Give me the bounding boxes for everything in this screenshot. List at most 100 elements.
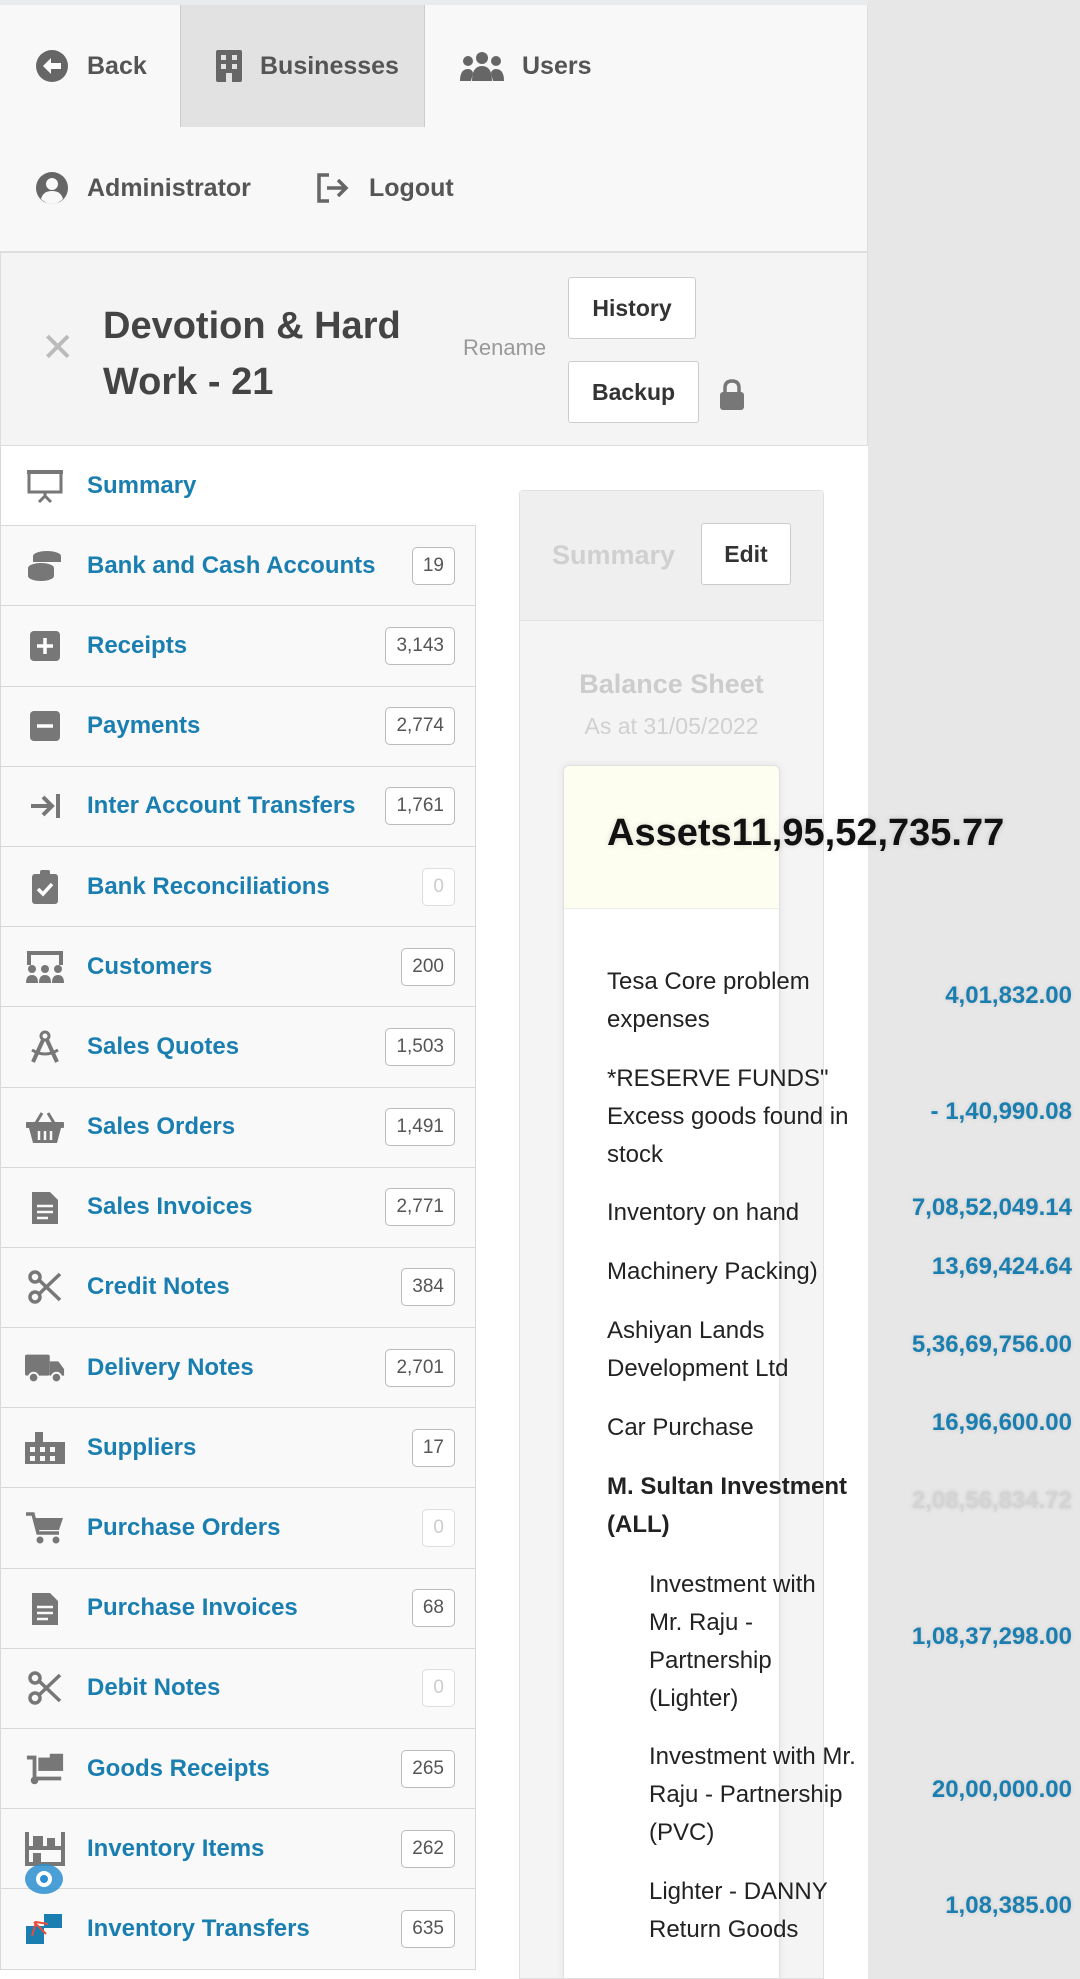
- sidebar-item-inter-account-transfers[interactable]: Inter Account Transfers 1,761: [0, 766, 476, 847]
- sidebar-item-debit-notes[interactable]: Debit Notes 0: [0, 1648, 476, 1729]
- row-label: M. Sultan Investment (ALL): [607, 1473, 848, 1538]
- sidebar-item-label: Sales Orders: [87, 1113, 236, 1141]
- sidebar-item-label: Purchase Invoices: [87, 1594, 298, 1622]
- users-button[interactable]: Users: [425, 5, 625, 127]
- sidebar: Summary Bank and Cash Accounts 19 Receip…: [0, 446, 476, 1970]
- back-button[interactable]: Back: [0, 5, 180, 127]
- customers-icon: [25, 947, 65, 987]
- row-label: Car Purchase: [607, 1414, 754, 1441]
- invoice-icon: [25, 1588, 65, 1628]
- rename-link[interactable]: Rename: [463, 335, 546, 361]
- basket-icon: [25, 1107, 65, 1147]
- count-badge: 19: [411, 546, 455, 585]
- coins-icon: [25, 546, 65, 586]
- sidebar-item-purchase-orders[interactable]: Purchase Orders 0: [0, 1488, 476, 1569]
- business-title: Devotion & Hard Work - 21: [103, 305, 401, 403]
- row-label: Investment with Mr. Raju - Partnership (…: [649, 1571, 816, 1712]
- users-icon: [460, 52, 504, 81]
- sidebar-item-label: Sales Invoices: [87, 1193, 253, 1221]
- close-icon[interactable]: ✕: [41, 325, 75, 371]
- row-label: Machinery Packing): [607, 1258, 818, 1285]
- row-value[interactable]: 20,00,000.00: [932, 1776, 1072, 1804]
- sidebar-item-goods-receipts[interactable]: Goods Receipts 265: [0, 1729, 476, 1810]
- sidebar-item-label: Receipts: [87, 631, 188, 659]
- row-value[interactable]: 1,08,385.00: [945, 1892, 1072, 1920]
- sidebar-item-summary[interactable]: Summary: [0, 446, 476, 527]
- arrow-circle-left-icon: [36, 50, 68, 82]
- inventory-transfer-icon: [25, 1909, 65, 1949]
- count-badge: 0: [422, 1669, 455, 1708]
- row-value[interactable]: 16,96,600.00: [932, 1409, 1072, 1437]
- sidebar-item-label: Purchase Orders: [87, 1514, 281, 1542]
- industry-icon: [25, 1428, 65, 1468]
- sidebar-item-bank-reconciliations[interactable]: Bank Reconciliations 0: [0, 846, 476, 928]
- sidebar-item-label: Inter Account Transfers: [87, 792, 356, 820]
- compass-icon: [25, 1027, 65, 1067]
- row-value[interactable]: 1,08,37,298.00: [912, 1623, 1072, 1651]
- count-badge: 0: [422, 1509, 455, 1548]
- row-value[interactable]: 5,36,69,756.00: [912, 1331, 1072, 1359]
- dolly-icon: [25, 1749, 65, 1789]
- sidebar-item-purchase-invoices[interactable]: Purchase Invoices 68: [0, 1568, 476, 1649]
- row-label: Investment with Mr. Raju - Partnership (…: [649, 1743, 856, 1846]
- count-badge: 1,761: [385, 787, 455, 826]
- edit-button[interactable]: Edit: [701, 523, 791, 585]
- row-label: *RESERVE FUNDS" Excess goods found in st…: [607, 1065, 849, 1168]
- backup-button[interactable]: Backup: [568, 361, 699, 423]
- users-label: Users: [522, 51, 592, 80]
- assets-total: 11,95,52,735.77: [731, 812, 1005, 854]
- row-value[interactable]: 4,01,832.00: [945, 982, 1072, 1010]
- row-value: 2,08,56,834.72: [911, 1487, 1072, 1514]
- row-value[interactable]: 7,08,52,049.14: [912, 1194, 1072, 1222]
- logout-button[interactable]: Logout: [280, 127, 480, 249]
- sidebar-item-inventory-transfers[interactable]: Inventory Transfers 635: [0, 1889, 476, 1970]
- row-value[interactable]: - 1,40,990.08: [931, 1098, 1072, 1126]
- sidebar-item-customers[interactable]: Customers 200: [0, 927, 476, 1008]
- row-label: Ashiyan Lands Development Ltd: [607, 1317, 789, 1382]
- businesses-label: Businesses: [260, 51, 399, 80]
- sidebar-item-label: Sales Quotes: [87, 1032, 240, 1060]
- sidebar-item-payments[interactable]: Payments 2,774: [0, 686, 476, 767]
- count-badge: 384: [401, 1268, 455, 1307]
- sidebar-item-sales-quotes[interactable]: Sales Quotes 1,503: [0, 1007, 476, 1088]
- sidebar-item-sales-invoices[interactable]: Sales Invoices 2,771: [0, 1167, 476, 1248]
- sidebar-item-label: Suppliers: [87, 1433, 197, 1461]
- count-badge: 3,143: [385, 626, 455, 665]
- row-label: Tesa Core problem expenses: [607, 968, 810, 1033]
- count-badge: 68: [411, 1589, 455, 1628]
- sidebar-item-suppliers[interactable]: Suppliers 17: [0, 1408, 476, 1489]
- sidebar-item-label: Summary: [87, 471, 197, 499]
- transfer-arrow-icon: [25, 786, 65, 826]
- count-badge: 635: [401, 1909, 455, 1948]
- assets-heading: Assets11,95,52,735.77: [607, 812, 1004, 855]
- row-value[interactable]: 13,69,424.64: [932, 1253, 1072, 1281]
- sidebar-item-delivery-notes[interactable]: Delivery Notes 2,701: [0, 1328, 476, 1409]
- lock-icon[interactable]: [719, 379, 745, 411]
- plus-square-icon: [25, 626, 65, 666]
- count-badge: 200: [401, 947, 455, 986]
- assets-label: Assets: [607, 812, 732, 854]
- sidebar-item-label: Payments: [87, 712, 201, 740]
- eye-icon[interactable]: [24, 1862, 64, 1896]
- history-button[interactable]: History: [568, 277, 696, 339]
- business-header: ✕ Devotion & Hard Work - 21 Rename Histo…: [0, 252, 868, 446]
- sidebar-item-bank-and-cash-accounts[interactable]: Bank and Cash Accounts 19: [0, 526, 476, 607]
- cart-icon: [25, 1508, 65, 1548]
- sign-out-icon: [317, 173, 349, 203]
- building-icon: [216, 50, 242, 82]
- summary-title: Summary: [552, 540, 676, 570]
- row-label: Inventory on hand: [607, 1199, 800, 1226]
- administrator-button[interactable]: Administrator: [0, 127, 280, 249]
- top-navigation: Back Businesses Users Administrator Logo…: [0, 5, 868, 252]
- count-badge: 2,771: [385, 1188, 455, 1227]
- sidebar-item-credit-notes[interactable]: Credit Notes 384: [0, 1247, 476, 1329]
- sidebar-item-inventory-items[interactable]: Inventory Items 262: [0, 1809, 476, 1890]
- sidebar-item-sales-orders[interactable]: Sales Orders 1,491: [0, 1087, 476, 1168]
- sidebar-item-label: Bank Reconciliations: [87, 872, 330, 900]
- count-badge: 265: [401, 1749, 455, 1788]
- businesses-button[interactable]: Businesses: [180, 5, 425, 127]
- count-badge: 0: [422, 867, 455, 906]
- minus-square-icon: [25, 706, 65, 746]
- summary-panel-header: Summary Edit: [520, 491, 823, 621]
- sidebar-item-receipts[interactable]: Receipts 3,143: [0, 606, 476, 687]
